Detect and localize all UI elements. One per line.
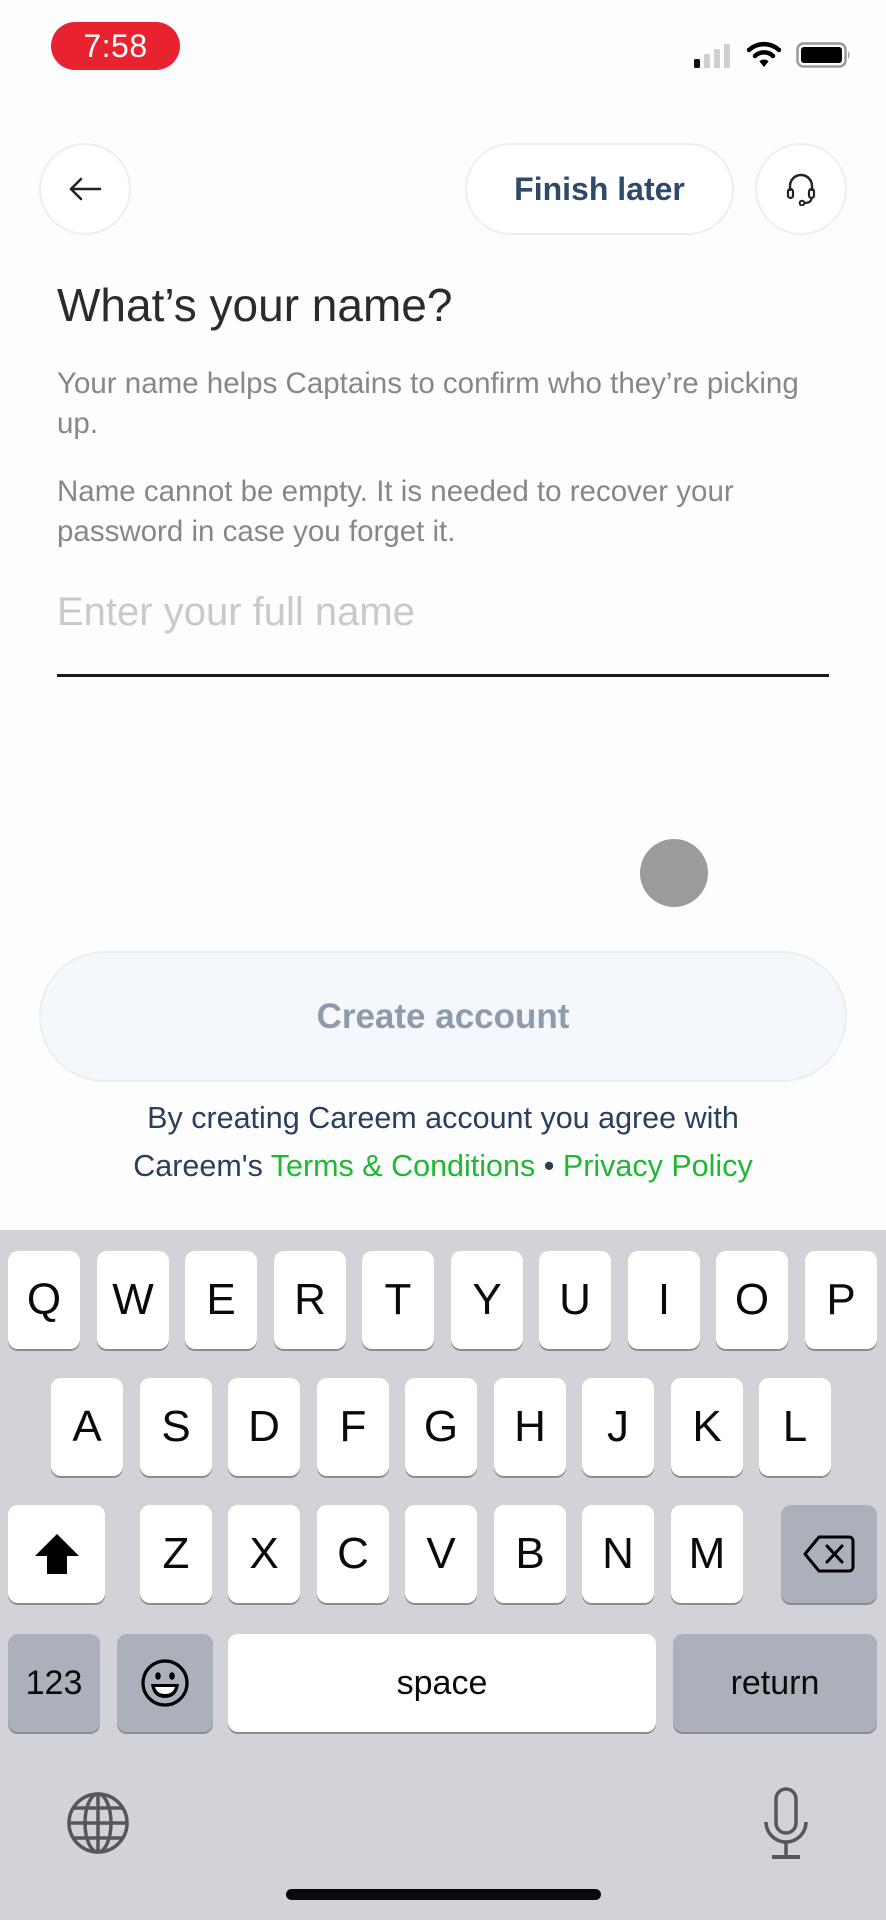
key-y[interactable]: Y [451, 1251, 523, 1349]
key-label: F [339, 1402, 367, 1451]
globe-button[interactable] [66, 1791, 130, 1855]
key-w[interactable]: W [97, 1251, 169, 1349]
terms-prefix: Careem's [133, 1149, 263, 1183]
key-d[interactable]: D [228, 1378, 300, 1476]
key-label: Z [162, 1529, 190, 1578]
key-a[interactable]: A [51, 1378, 123, 1476]
key-label: A [72, 1402, 102, 1451]
key-label: J [607, 1402, 629, 1451]
create-account-button[interactable]: Create account [39, 951, 847, 1082]
key-q[interactable]: Q [8, 1251, 80, 1349]
backspace-icon [803, 1535, 855, 1573]
key-label: X [249, 1529, 279, 1578]
key-p[interactable]: P [805, 1251, 877, 1349]
validation-message: Name cannot be empty. It is needed to re… [57, 475, 734, 548]
emoji-key[interactable] [117, 1634, 213, 1732]
back-button[interactable] [39, 143, 131, 235]
key-label: I [657, 1275, 671, 1324]
create-account-label: Create account [316, 996, 570, 1036]
key-label: D [248, 1402, 280, 1451]
key-i[interactable]: I [628, 1251, 700, 1349]
key-n[interactable]: N [582, 1505, 654, 1603]
shift-key[interactable] [8, 1505, 105, 1603]
key-label: Y [472, 1275, 502, 1324]
key-b[interactable]: B [494, 1505, 566, 1603]
key-label: Q [26, 1275, 62, 1324]
key-z[interactable]: Z [140, 1505, 212, 1603]
key-h[interactable]: H [494, 1378, 566, 1476]
key-label: P [826, 1275, 856, 1324]
terms-line-2: Careem's Terms & Conditions • Privacy Po… [0, 1149, 886, 1184]
key-k[interactable]: K [671, 1378, 743, 1476]
key-c[interactable]: C [317, 1505, 389, 1603]
key-label: W [112, 1275, 154, 1324]
status-time: 7:58 [51, 22, 180, 70]
key-label: K [692, 1402, 722, 1451]
arrow-left-icon [69, 177, 102, 201]
key-label: H [514, 1402, 546, 1451]
key-label: 123 [25, 1663, 83, 1702]
key-g[interactable]: G [405, 1378, 477, 1476]
key-v[interactable]: V [405, 1505, 477, 1603]
terms-line-1: By creating Careem account you agree wit… [147, 1101, 739, 1135]
key-m[interactable]: M [671, 1505, 743, 1603]
description-text: Your name helps Captains to confirm who … [57, 367, 799, 440]
key-x[interactable]: X [228, 1505, 300, 1603]
key-label: C [337, 1529, 369, 1578]
wifi-icon [746, 40, 782, 68]
dictation-button[interactable] [762, 1786, 810, 1862]
key-label: E [206, 1275, 236, 1324]
delete-key[interactable] [781, 1505, 877, 1603]
input-underline [57, 674, 829, 677]
key-r[interactable]: R [274, 1251, 346, 1349]
key-e[interactable]: E [185, 1251, 257, 1349]
key-t[interactable]: T [362, 1251, 434, 1349]
key-label: M [688, 1529, 726, 1578]
key-label: U [559, 1275, 591, 1324]
keyboard: Q W E R T Y U I O P A S D F G H J K L Z … [0, 1230, 886, 1920]
key-l[interactable]: L [759, 1378, 831, 1476]
key-label: R [294, 1275, 326, 1324]
key-label: V [426, 1529, 456, 1578]
terms-conditions-link[interactable]: Terms & Conditions [271, 1149, 535, 1183]
space-key[interactable]: space [228, 1634, 656, 1732]
support-button[interactable] [755, 143, 847, 235]
key-f[interactable]: F [317, 1378, 389, 1476]
headset-icon [786, 173, 816, 206]
page-title: What’s your name? [57, 279, 453, 331]
privacy-policy-link[interactable]: Privacy Policy [563, 1149, 753, 1183]
key-label: T [384, 1275, 412, 1324]
key-label: return [730, 1663, 820, 1702]
microphone-icon [764, 1787, 808, 1859]
key-label: L [782, 1402, 808, 1451]
numbers-key[interactable]: 123 [8, 1634, 100, 1732]
shift-icon [34, 1534, 79, 1574]
key-u[interactable]: U [539, 1251, 611, 1349]
key-label: G [423, 1402, 459, 1451]
full-name-input[interactable] [57, 590, 829, 635]
battery-icon [796, 42, 852, 68]
key-label: O [734, 1275, 770, 1324]
cellular-signal-icon [694, 44, 732, 68]
emoji-icon [141, 1659, 189, 1707]
globe-icon [67, 1792, 129, 1854]
key-label: N [602, 1529, 634, 1578]
key-s[interactable]: S [140, 1378, 212, 1476]
finish-later-button[interactable]: Finish later [465, 143, 734, 235]
finish-later-label: Finish later [514, 170, 685, 207]
touch-indicator [640, 839, 708, 907]
return-key[interactable]: return [673, 1634, 877, 1732]
key-label: S [161, 1402, 191, 1451]
terms-separator: • [543, 1149, 555, 1183]
key-label: space [396, 1663, 488, 1702]
home-indicator[interactable] [286, 1889, 601, 1900]
time-text: 7:58 [83, 27, 148, 64]
key-label: B [515, 1529, 545, 1578]
key-o[interactable]: O [716, 1251, 788, 1349]
key-j[interactable]: J [582, 1378, 654, 1476]
